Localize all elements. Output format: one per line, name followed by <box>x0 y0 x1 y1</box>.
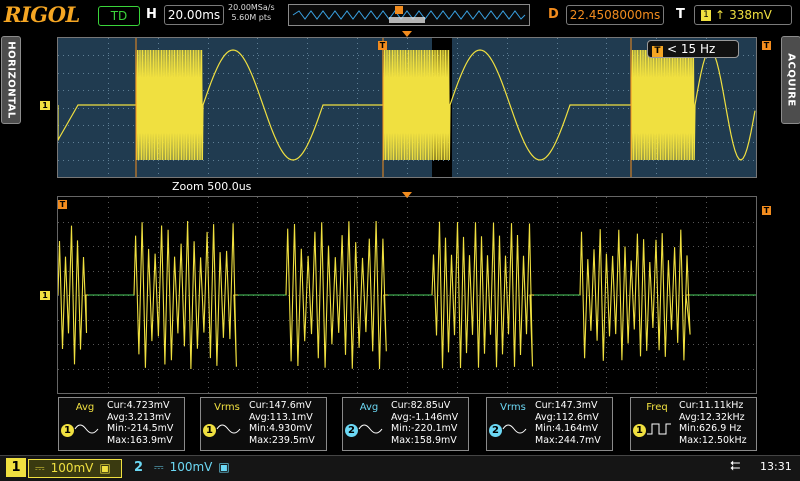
sample-rate: 20.00MSa/s <box>228 3 275 12</box>
measurement-cur: Cur:11.11kHz <box>679 400 744 411</box>
measurement-cur: Cur:4.723mV <box>107 400 170 411</box>
run-state-indicator[interactable]: TD <box>98 6 140 26</box>
main-waveform-view[interactable]: T < 15 Hz <box>57 37 757 178</box>
clock: 13:31 <box>760 460 792 473</box>
avg-measure-icon: 1 <box>61 418 100 437</box>
ch1-button[interactable]: 1 <box>6 458 26 477</box>
measurement-min: Min:4.930mV <box>249 423 313 434</box>
trigger-settings[interactable]: 1 ↑ 338mV <box>694 5 792 25</box>
memory-depth: 5.60M pts <box>231 13 272 22</box>
timebase-value[interactable]: 20.00ms <box>164 5 224 25</box>
measurement-min: Min:4.164mV <box>535 423 599 434</box>
zoom-waveform <box>58 197 756 393</box>
delay-marker-main[interactable] <box>402 31 412 37</box>
measurement-avg: Avg:3.213mV <box>107 411 171 423</box>
delay-value[interactable]: 22.4508000ms <box>566 5 664 25</box>
measurement-min: Min:626.9 Hz <box>679 423 742 434</box>
rising-edge-icon: ↑ <box>715 8 726 22</box>
zoom-timebase-label: Zoom 500.0us <box>172 180 252 193</box>
ch1-scale[interactable]: ⎓ 100mV ▣ <box>28 459 122 478</box>
acquire-tab[interactable]: ACQUIRE <box>781 36 800 124</box>
measurement-max: Max:239.5mV <box>249 434 315 446</box>
measurement-avg: Avg:12.32kHz <box>679 411 745 423</box>
ch2-scale[interactable]: ⎓ 100mV ▣ <box>154 459 238 476</box>
ch2-button[interactable]: 2 <box>134 458 143 477</box>
vrms-measure-icon: 1 <box>203 418 242 437</box>
measurement-freq-ch1[interactable]: Freq 1 Cur:11.11kHz Avg:12.32kHz Min:626… <box>630 397 757 451</box>
horizontal-tab[interactable]: HORIZONTAL <box>1 36 21 124</box>
horizontal-tab-label: HORIZONTAL <box>5 41 17 119</box>
measurement-cur: Cur:147.6mV <box>249 400 312 411</box>
measurement-cur: Cur:147.3mV <box>535 400 598 411</box>
measurement-name: Freq <box>646 402 668 413</box>
ch1-offset-marker-main[interactable]: 1 <box>40 101 50 110</box>
memory-position-bar[interactable] <box>288 4 530 26</box>
measurement-values: Cur:11.11kHz Avg:12.32kHz Min:626.9 Hz M… <box>679 400 747 446</box>
acquire-tab-label: ACQUIRE <box>785 53 797 107</box>
measurement-avg-ch2[interactable]: Avg 2 Cur:82.85uV Avg:-1.146mV Min:-220.… <box>342 397 469 451</box>
freq-measure-icon: 1 <box>633 418 672 437</box>
ch2-scale-value: 100mV <box>169 460 213 474</box>
dc-coupling-icon: ⎓ <box>35 461 45 475</box>
frequency-counter: T < 15 Hz <box>647 40 739 58</box>
measurement-avg: Avg:-1.146mV <box>391 411 459 423</box>
bandwidth-limit-icon: ▣ <box>99 461 111 475</box>
ch1-scale-value: 100mV <box>50 461 94 475</box>
measurement-avg: Avg:112.6mV <box>535 411 599 423</box>
measurement-max: Max:158.9mV <box>391 434 457 446</box>
trigger-position-marker-main[interactable]: T <box>378 41 387 50</box>
trigger-position-marker-zoom[interactable]: T <box>58 200 67 209</box>
acquisition-info: 20.00MSa/s 5.60M pts <box>228 3 275 23</box>
trigger-ch-icon: 1 <box>701 10 711 21</box>
measurement-avg-ch1[interactable]: Avg 1 Cur:4.723mV Avg:3.213mV Min:-214.5… <box>58 397 185 451</box>
frequency-counter-value: < 15 Hz <box>667 42 716 56</box>
measurement-cur: Cur:82.85uV <box>391 400 451 411</box>
trigger-level: 338mV <box>729 8 772 22</box>
measurement-name: Avg <box>359 402 379 413</box>
ch1-trace-main <box>58 49 756 161</box>
measurement-min: Min:-214.5mV <box>107 423 174 434</box>
vrms-measure-icon: 2 <box>489 418 528 437</box>
memory-waveform-icon <box>292 6 526 23</box>
timebase-label: H <box>146 7 157 22</box>
rigol-logo: RIGOL <box>4 2 80 27</box>
trigger-level-marker-main[interactable]: T <box>762 41 771 50</box>
measurement-name: Avg <box>75 402 95 413</box>
measurement-max: Max:244.7mV <box>535 434 601 446</box>
trigger-label: T <box>676 7 685 22</box>
bandwidth-limit-icon: ▣ <box>218 460 230 474</box>
measurement-avg: Avg:113.1mV <box>249 411 313 423</box>
delay-marker-zoom[interactable] <box>402 192 412 198</box>
measurement-name: Vrms <box>500 402 526 413</box>
measurement-name: Vrms <box>214 402 240 413</box>
measurement-vrms-ch1[interactable]: Vrms 1 Cur:147.6mV Avg:113.1mV Min:4.930… <box>200 397 327 451</box>
avg-measure-icon: 2 <box>345 418 384 437</box>
measurement-max: Max:163.9mV <box>107 434 173 446</box>
measurement-vrms-ch2[interactable]: Vrms 2 Cur:147.3mV Avg:112.6mV Min:4.164… <box>486 397 613 451</box>
trigger-level-marker-zoom[interactable]: T <box>762 206 771 215</box>
measurement-max: Max:12.50kHz <box>679 434 747 446</box>
measurement-min: Min:-220.1mV <box>391 423 458 434</box>
usb-icon: ⮄ <box>730 459 741 474</box>
zoom-waveform-view[interactable] <box>57 196 757 394</box>
measurement-values: Cur:147.3mV Avg:112.6mV Min:4.164mV Max:… <box>535 400 601 446</box>
delay-label: D <box>548 7 559 22</box>
measurement-values: Cur:82.85uV Avg:-1.146mV Min:-220.1mV Ma… <box>391 400 458 446</box>
trigger-icon: T <box>652 46 663 57</box>
main-waveform <box>58 38 756 177</box>
measurement-values: Cur:147.6mV Avg:113.1mV Min:4.930mV Max:… <box>249 400 315 446</box>
ch1-offset-marker-zoom[interactable]: 1 <box>40 291 50 300</box>
dc-coupling-icon: ⎓ <box>154 460 164 474</box>
measurement-values: Cur:4.723mV Avg:3.213mV Min:-214.5mV Max… <box>107 400 173 446</box>
